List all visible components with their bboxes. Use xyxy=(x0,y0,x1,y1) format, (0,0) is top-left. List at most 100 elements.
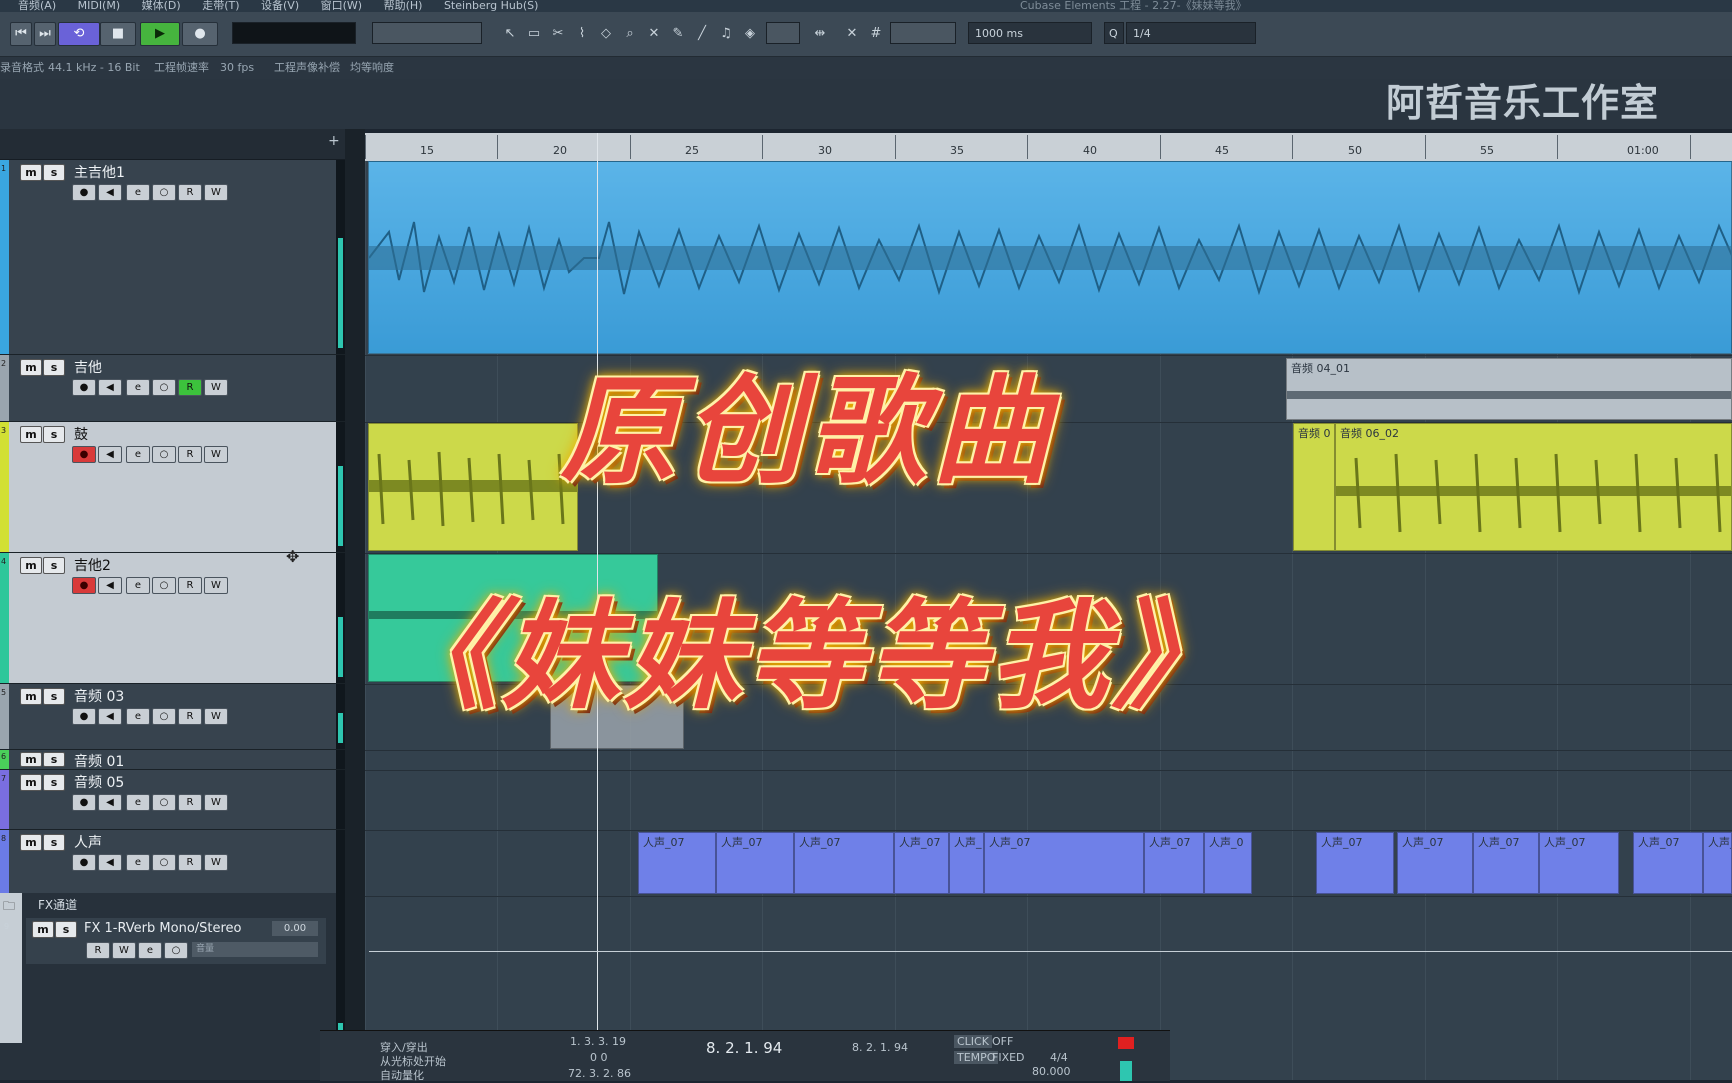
pan-law-value[interactable]: 均等响度 xyxy=(350,57,394,79)
solo-button[interactable]: s xyxy=(43,557,65,574)
freeze-button[interactable]: ○ xyxy=(152,854,176,871)
mute-button[interactable]: m xyxy=(20,834,42,851)
stop-button[interactable]: ■ xyxy=(100,22,136,46)
write-automation-button[interactable]: W xyxy=(204,379,228,396)
record-enable-button[interactable]: ● xyxy=(72,446,96,463)
menu-transport[interactable]: 走带(T) xyxy=(202,0,239,12)
track-name[interactable]: 主吉他1 xyxy=(74,162,125,182)
folder-icon[interactable]: 🗀 xyxy=(3,897,15,918)
audio-event-vocal[interactable]: 人声_0 xyxy=(1204,832,1252,894)
track-main-guitar-1[interactable]: 1 m s 主吉他1 ● ◀ e ○ R W xyxy=(0,160,345,355)
speaker-tool-icon[interactable]: ♫ xyxy=(716,24,736,44)
audio-event-guitar[interactable]: 音频 04_01 xyxy=(1286,358,1732,420)
audio-event-vocal[interactable]: 人声_07 xyxy=(1633,832,1703,894)
draw-tool-icon[interactable]: ✎ xyxy=(668,24,688,44)
go-to-start-button[interactable]: ⏮ xyxy=(10,22,32,46)
erase-tool-icon[interactable]: ◇ xyxy=(596,24,616,44)
freeze-button[interactable]: ○ xyxy=(152,184,176,201)
zoom-tool-icon[interactable]: ⌕ xyxy=(620,24,640,44)
write-automation-button[interactable]: W xyxy=(204,446,228,463)
read-automation-button[interactable]: R xyxy=(178,794,202,811)
audio-event-vocal[interactable]: 人声_07 xyxy=(1473,832,1539,894)
track-name[interactable]: 吉他2 xyxy=(74,555,111,575)
edit-channel-button[interactable]: e xyxy=(126,379,150,396)
mute-button[interactable]: m xyxy=(20,164,42,181)
menu-audio[interactable]: 音频(A) xyxy=(18,0,56,12)
automation-mode-field[interactable] xyxy=(232,22,356,44)
mute-button[interactable]: m xyxy=(20,688,42,705)
cycle-button[interactable]: ⟲ xyxy=(58,22,100,46)
auto-quantize-label[interactable]: 自动量化 xyxy=(380,1067,424,1083)
monitor-button[interactable]: ◀ xyxy=(98,577,122,594)
read-automation-button[interactable]: R xyxy=(178,184,202,201)
audio-event-drums-b[interactable]: 音频 0 xyxy=(1293,423,1335,551)
mute-button[interactable]: m xyxy=(20,426,42,443)
read-automation-button[interactable]: R xyxy=(178,854,202,871)
audio-event-main-guitar[interactable] xyxy=(368,161,1732,354)
edit-channel-button[interactable]: e xyxy=(126,794,150,811)
track-name[interactable]: 人声 xyxy=(74,832,102,852)
fx-folder-name[interactable]: FX通道 xyxy=(38,896,77,913)
audio-event-vocal[interactable]: 人声_07 xyxy=(638,832,716,894)
write-automation-button[interactable]: W xyxy=(204,708,228,725)
freeze-button[interactable]: ○ xyxy=(152,379,176,396)
menu-media[interactable]: 媒体(D) xyxy=(142,0,181,12)
freeze-button[interactable]: ○ xyxy=(164,942,188,959)
fx-track-name[interactable]: FX 1-RVerb Mono/Stereo xyxy=(84,921,242,936)
write-automation-button[interactable]: W xyxy=(112,942,136,959)
edit-channel-button[interactable]: e xyxy=(126,854,150,871)
mute-button[interactable]: m xyxy=(20,752,42,767)
monitor-button[interactable]: ◀ xyxy=(98,794,122,811)
menu-midi[interactable]: MIDI(M) xyxy=(78,0,121,12)
track-name[interactable]: 音频 05 xyxy=(74,772,124,792)
track-audio-05[interactable]: 7 m s 音频 05 ● ◀ e ○ R W xyxy=(0,770,345,830)
solo-button[interactable]: s xyxy=(43,752,65,767)
audio-event-vocal[interactable]: 人声_ xyxy=(1703,832,1732,894)
color-tool-icon[interactable]: ◈ xyxy=(740,24,760,44)
edit-channel-button[interactable]: e xyxy=(126,577,150,594)
monitor-button[interactable]: ◀ xyxy=(98,854,122,871)
fx-track[interactable]: 9 m s FX 1-RVerb Mono/Stereo 0.00 R W e … xyxy=(4,918,326,964)
mute-button[interactable]: m xyxy=(20,557,42,574)
read-automation-button[interactable]: R xyxy=(178,446,202,463)
quantize-select[interactable]: 1/4 xyxy=(1126,22,1256,44)
autoscroll-icon[interactable]: ⇹ xyxy=(810,24,830,44)
track-audio-03[interactable]: 5 m s 音频 03 ● ◀ e ○ R W xyxy=(0,684,345,750)
freeze-button[interactable]: ○ xyxy=(152,794,176,811)
track-guitar-2[interactable]: 4 m s 吉他2 ● ◀ e ○ R W ✥ xyxy=(0,547,345,684)
record-enable-button[interactable]: ● xyxy=(72,854,96,871)
audio-event-vocal[interactable]: 人声_07 xyxy=(794,832,894,894)
solo-button[interactable]: s xyxy=(43,164,65,181)
track-name[interactable]: 吉他 xyxy=(74,357,102,377)
tempo-value[interactable]: 80.000 xyxy=(1032,1065,1071,1078)
audio-event-vocal[interactable]: 人声_07 xyxy=(1316,832,1394,894)
range-tool-icon[interactable]: ▭ xyxy=(524,24,544,44)
tempo-mode[interactable]: FIXED xyxy=(992,1051,1025,1064)
record-enable-button[interactable]: ● xyxy=(72,708,96,725)
primary-time-display[interactable]: 8. 2. 1. 94 xyxy=(706,1039,782,1057)
track-name[interactable]: 音频 01 xyxy=(74,751,124,771)
timeline-ruler[interactable]: 15 20 25 30 35 40 45 50 55 01:00 xyxy=(365,133,1732,161)
audio-event-drums-a[interactable] xyxy=(368,423,578,551)
menu-devices[interactable]: 设备(V) xyxy=(261,0,299,12)
grid-icon[interactable]: # xyxy=(866,24,886,44)
freeze-button[interactable]: ○ xyxy=(152,577,176,594)
time-signature[interactable]: 4/4 xyxy=(1050,1051,1068,1064)
track-drums[interactable]: 3 m s 鼓 ● ◀ e ○ R W xyxy=(0,422,345,553)
record-enable-button[interactable]: ● xyxy=(72,379,96,396)
mute-button[interactable]: m xyxy=(32,921,54,938)
grid-type-select[interactable] xyxy=(890,22,956,44)
color-selector[interactable] xyxy=(766,22,800,44)
audio-event-vocal[interactable]: 人声_ xyxy=(949,832,984,894)
audio-event-drums-c[interactable]: 音频 06_02 xyxy=(1335,423,1732,551)
split-tool-icon[interactable]: ✂ xyxy=(548,24,568,44)
read-automation-button[interactable]: R xyxy=(178,577,202,594)
go-to-end-button[interactable]: ⏭ xyxy=(34,22,56,46)
click-status[interactable]: OFF xyxy=(992,1035,1013,1048)
panel-divider[interactable] xyxy=(345,129,365,1080)
menu-help[interactable]: 帮助(H) xyxy=(384,0,423,12)
audio-event-vocal[interactable]: 人声_07 xyxy=(1539,832,1619,894)
solo-button[interactable]: s xyxy=(43,359,65,376)
audio-event-vocal[interactable]: 人声_07 xyxy=(716,832,794,894)
track-name[interactable]: 音频 03 xyxy=(74,686,124,706)
